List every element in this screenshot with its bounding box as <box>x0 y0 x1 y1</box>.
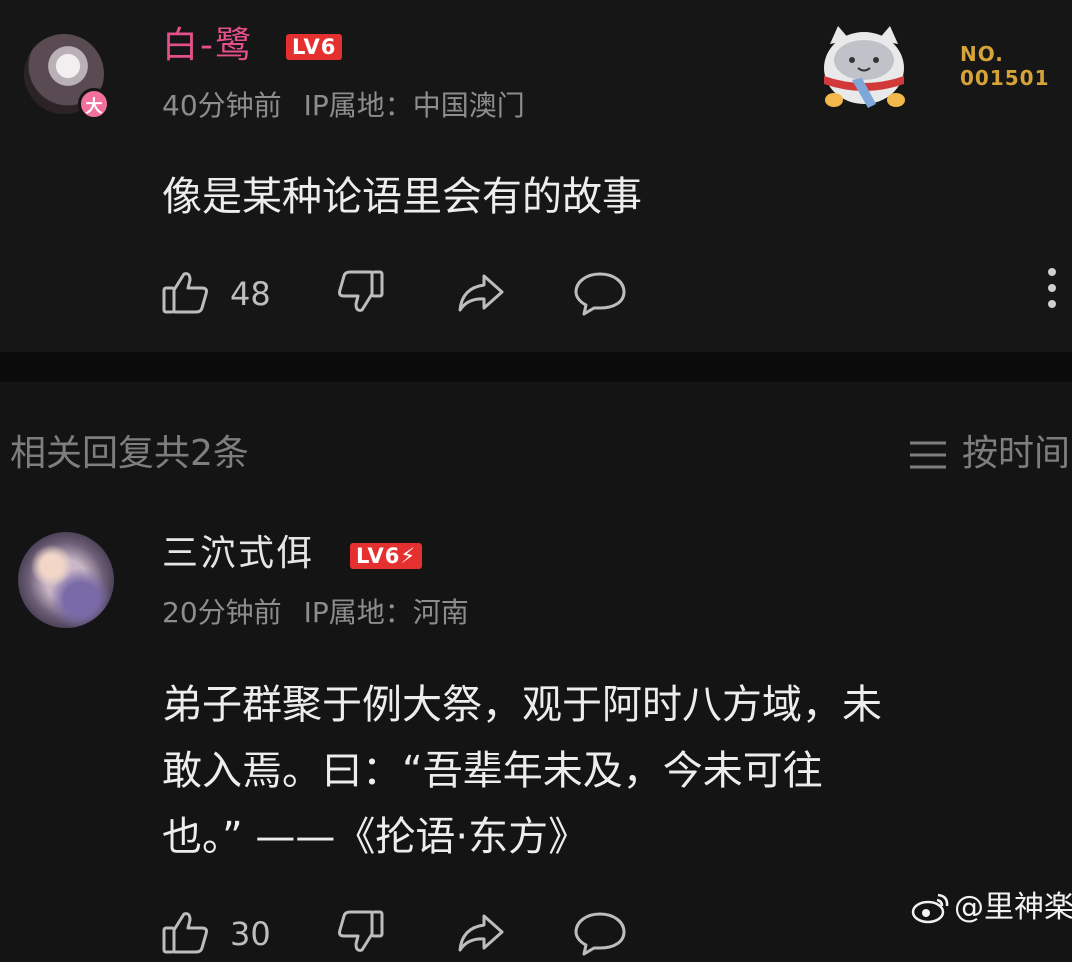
number-badge: NO. 001501 <box>960 42 1050 90</box>
like-count: 30 <box>230 915 271 953</box>
reply-text-line: 弟子群聚于例大祭，观于阿时八方域，未 <box>162 682 882 728</box>
comment-text: 像是某种论语里会有的故事 <box>162 174 642 220</box>
number-badge-value: 001501 <box>960 66 1050 90</box>
avatar[interactable] <box>18 532 114 628</box>
watermark-text: @里神楽 <box>954 890 1072 925</box>
thumbs-down-icon <box>338 910 384 952</box>
like-count: 48 <box>230 275 271 313</box>
more-vertical-icon <box>1040 268 1064 308</box>
replies-count-title: 相关回复共2条 <box>10 433 249 474</box>
weibo-icon <box>911 893 949 924</box>
section-divider <box>0 352 1072 382</box>
like-button[interactable] <box>160 906 212 962</box>
dislike-button[interactable] <box>334 906 386 962</box>
reply-time: 20分钟前 <box>162 596 282 629</box>
thumbs-up-icon <box>162 272 208 314</box>
comment-username[interactable]: 白-鹭 <box>162 26 253 66</box>
comment-ip-location: IP属地：中国澳门 <box>303 89 525 122</box>
reply-meta: 20分钟前 IP属地：河南 <box>162 597 469 629</box>
mascot-sticker <box>812 20 916 112</box>
comment-icon <box>574 912 626 956</box>
thumbs-down-icon <box>338 270 384 312</box>
reply-ip-location: IP属地：河南 <box>303 596 469 629</box>
comment-icon <box>574 272 626 316</box>
sort-lines-icon[interactable] <box>908 440 948 470</box>
share-icon <box>458 274 504 312</box>
reply-button[interactable] <box>574 906 626 962</box>
sort-button[interactable]: 按时间 <box>962 432 1070 476</box>
comment-time: 40分钟前 <box>162 89 282 122</box>
level-badge: LV6⚡ <box>350 543 423 569</box>
number-badge-prefix: NO. <box>960 42 1004 66</box>
reply-text: 弟子群聚于例大祭，观于阿时八方域，未 敢入焉。曰：“吾辈年未及，今未可往 也。”… <box>162 672 1052 870</box>
share-icon <box>458 914 504 952</box>
reply-text-line: 敢入焉。曰：“吾辈年未及，今未可往 <box>162 748 823 794</box>
share-button[interactable] <box>454 906 506 962</box>
more-button[interactable] <box>1040 268 1064 316</box>
weibo-watermark: @里神楽 <box>910 888 1072 928</box>
reply-username[interactable]: 三泬式佴 <box>162 534 314 574</box>
dislike-button[interactable] <box>334 266 386 322</box>
thumbs-up-icon <box>162 912 208 954</box>
like-button[interactable] <box>160 266 212 322</box>
reply-button[interactable] <box>574 266 626 322</box>
reply-text-line: 也。” ——《抡语·东方》 <box>162 814 589 860</box>
comment-meta: 40分钟前 IP属地：中国澳门 <box>162 90 525 122</box>
level-badge: LV6 <box>286 34 343 60</box>
avatar-badge: 大 <box>78 88 110 120</box>
share-button[interactable] <box>454 266 506 322</box>
